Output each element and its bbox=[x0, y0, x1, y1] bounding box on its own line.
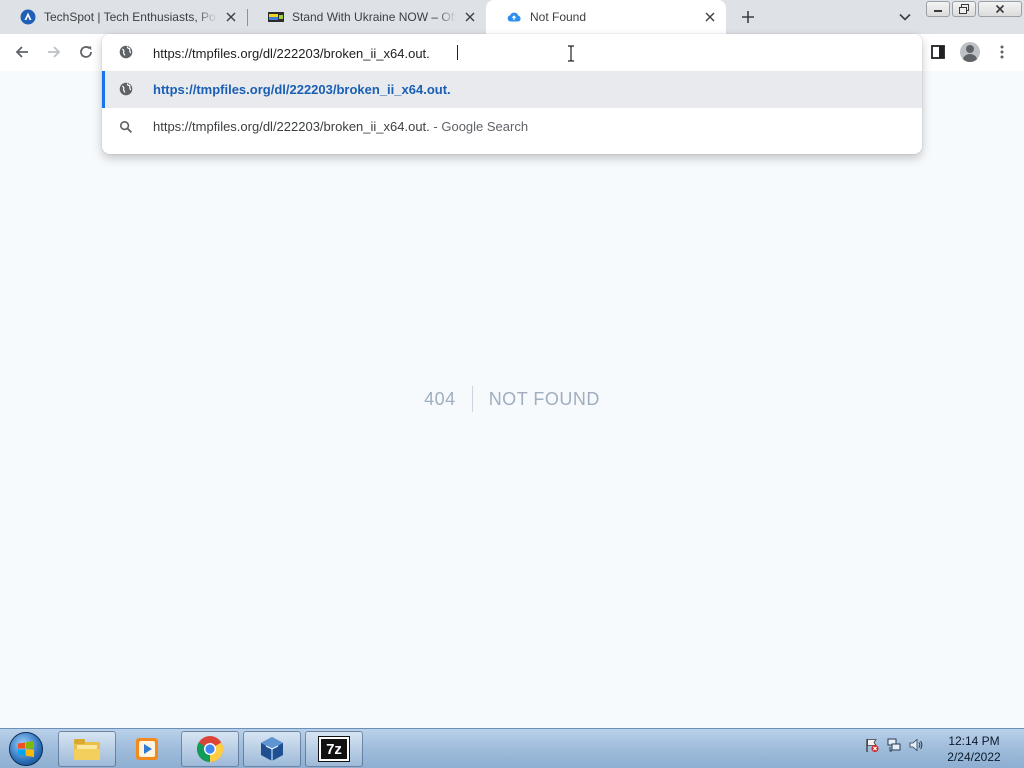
text-caret bbox=[457, 45, 458, 60]
url-input[interactable] bbox=[153, 43, 853, 63]
clock-date: 2/24/2022 bbox=[947, 750, 1001, 764]
back-button[interactable] bbox=[8, 38, 36, 66]
7zip-icon: 7z bbox=[318, 736, 350, 762]
clock-time: 12:14 PM bbox=[948, 734, 1000, 748]
omnibox-dropdown: https://tmpfiles.org/dl/222203/broken_ii… bbox=[102, 34, 922, 154]
omnibox-suggestion-url[interactable]: https://tmpfiles.org/dl/222203/broken_ii… bbox=[102, 71, 922, 108]
restore-icon bbox=[959, 4, 969, 14]
arrow-left-icon bbox=[15, 46, 28, 58]
close-icon[interactable] bbox=[223, 9, 239, 25]
new-tab-button[interactable] bbox=[736, 6, 760, 28]
more-vert-icon bbox=[1000, 45, 1004, 59]
suggestion-text: https://tmpfiles.org/dl/222203/broken_ii… bbox=[153, 119, 528, 134]
not-found-message: 404 NOT FOUND bbox=[0, 386, 1024, 412]
side-panel-button[interactable] bbox=[924, 38, 952, 66]
tab-title: Stand With Ukraine NOW – Official bbox=[292, 10, 456, 24]
chrome-icon bbox=[196, 736, 224, 763]
forward-button[interactable] bbox=[40, 38, 68, 66]
media-player-icon bbox=[136, 738, 158, 760]
menu-button[interactable] bbox=[988, 38, 1016, 66]
windows-logo-icon bbox=[9, 732, 43, 766]
side-panel-icon bbox=[931, 45, 945, 59]
profile-button[interactable] bbox=[956, 38, 984, 66]
ukraine-banner-icon bbox=[268, 9, 284, 25]
tab-search-button[interactable] bbox=[895, 8, 915, 26]
action-center-icon[interactable] bbox=[864, 737, 880, 758]
start-button[interactable] bbox=[6, 731, 46, 767]
close-icon bbox=[995, 4, 1005, 14]
window-controls bbox=[926, 1, 1022, 17]
close-icon[interactable] bbox=[462, 9, 478, 25]
avatar bbox=[960, 42, 980, 62]
address-bar[interactable] bbox=[102, 34, 922, 71]
taskbar-7zip[interactable]: 7z bbox=[305, 731, 363, 767]
reload-button[interactable] bbox=[72, 38, 100, 66]
7zip-label: 7z bbox=[326, 740, 342, 758]
chevron-down-icon bbox=[899, 13, 911, 21]
tab-title: Not Found bbox=[530, 10, 587, 24]
taskbar-chrome[interactable] bbox=[181, 731, 239, 767]
reload-icon bbox=[80, 46, 92, 58]
volume-icon[interactable] bbox=[908, 737, 924, 758]
tab-title: TechSpot | Tech Enthusiasts, Power Users bbox=[44, 10, 217, 24]
taskbar-virtualbox[interactable] bbox=[243, 731, 301, 767]
suggestion-engine: Google Search bbox=[441, 119, 529, 134]
tab-techspot[interactable]: TechSpot | Tech Enthusiasts, Power Users bbox=[0, 0, 247, 34]
minimize-button[interactable] bbox=[926, 1, 950, 17]
file-explorer-icon bbox=[74, 739, 100, 760]
techspot-icon bbox=[20, 9, 36, 25]
error-message: NOT FOUND bbox=[488, 389, 600, 409]
close-icon[interactable] bbox=[702, 9, 718, 25]
arrow-right-icon bbox=[48, 46, 61, 58]
tab-stand-with-ukraine[interactable]: Stand With Ukraine NOW – Official bbox=[248, 0, 486, 34]
close-window-button[interactable] bbox=[978, 1, 1022, 17]
search-icon bbox=[118, 119, 134, 135]
plus-icon bbox=[742, 11, 754, 23]
suggestion-separator: - bbox=[429, 119, 442, 134]
suggestion-query: https://tmpfiles.org/dl/222203/broken_ii… bbox=[153, 119, 430, 134]
globe-icon bbox=[118, 81, 134, 97]
minimize-icon bbox=[934, 10, 942, 12]
suggestion-text: https://tmpfiles.org/dl/222203/broken_ii… bbox=[153, 82, 451, 97]
cloud-upload-icon bbox=[506, 9, 522, 25]
restore-button[interactable] bbox=[952, 1, 976, 17]
error-code: 404 bbox=[424, 386, 473, 412]
taskbar-clock[interactable]: 12:14 PM 2/24/2022 bbox=[936, 733, 1012, 765]
taskbar: 7z 12:14 PM 2/24/2022 bbox=[0, 728, 1024, 768]
tab-strip: TechSpot | Tech Enthusiasts, Power Users… bbox=[0, 0, 1024, 34]
taskbar-media-player[interactable] bbox=[118, 731, 176, 767]
virtualbox-icon bbox=[261, 737, 283, 761]
system-tray bbox=[864, 737, 924, 758]
tab-not-found[interactable]: Not Found bbox=[486, 0, 726, 34]
network-icon[interactable] bbox=[886, 737, 902, 758]
taskbar-file-explorer[interactable] bbox=[58, 731, 116, 767]
text-cursor-icon bbox=[568, 45, 574, 62]
omnibox-suggestion-search[interactable]: https://tmpfiles.org/dl/222203/broken_ii… bbox=[102, 108, 922, 145]
globe-icon bbox=[118, 44, 134, 60]
